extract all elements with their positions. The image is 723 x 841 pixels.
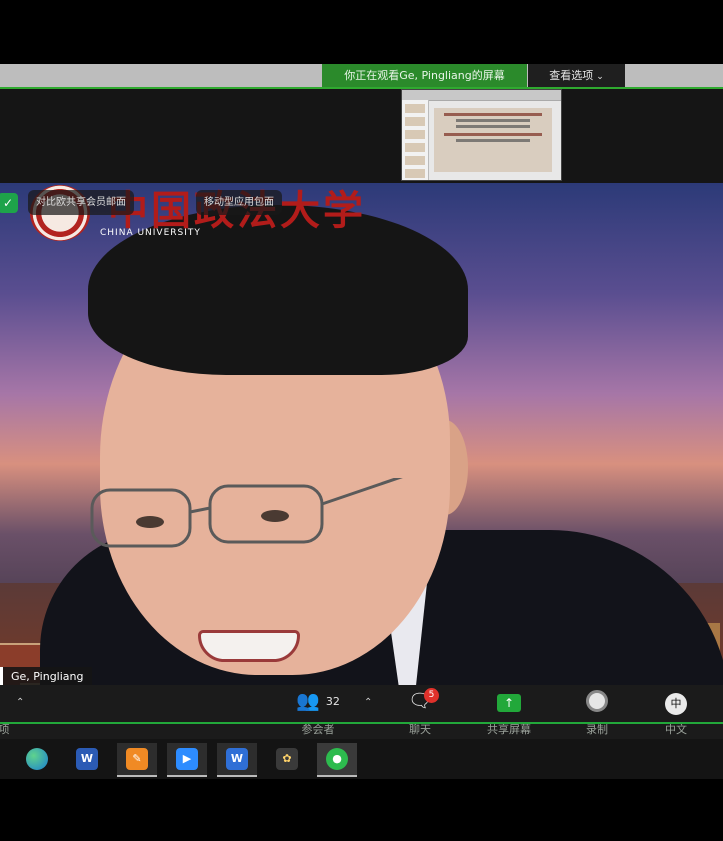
- record-button[interactable]: 录制: [557, 687, 637, 737]
- layout-info-pill[interactable]: 移动型应用包面: [196, 190, 282, 215]
- pill-right-label: 移动型应用包面: [204, 197, 274, 208]
- participants-chevron-icon[interactable]: ⌃: [364, 697, 372, 708]
- word-taskbar-icon[interactable]: W: [67, 743, 107, 775]
- record-icon: [586, 690, 608, 712]
- participants-button[interactable]: 👥 32 参会者: [278, 687, 358, 737]
- edge-taskbar-icon[interactable]: [17, 743, 57, 775]
- os-taskbar: W ✎ ▶ W ✿ ●: [0, 739, 723, 779]
- chat-unread-badge: 5: [424, 688, 439, 703]
- share-screen-button[interactable]: ↑ 共享屏幕: [469, 687, 549, 737]
- shared-screen-strip: [0, 89, 723, 183]
- meeting-info-pill[interactable]: 对比欧共享会员邮面: [28, 190, 134, 215]
- viewing-status-label: 你正在观看Ge, Pingliang的屏幕: [322, 64, 527, 87]
- university-name-en: CHINA UNIVERSITY: [100, 228, 201, 238]
- meeting-toolbar: ⌃ 项 👥 32 参会者 ⌃ 🗨 5 聊天 ↑ 共享屏幕 录制 中 中文: [0, 685, 723, 739]
- screen-share-banner: 你正在观看Ge, Pingliang的屏幕 查看选项 ⌄: [0, 64, 723, 87]
- glasses-icon: [90, 478, 403, 548]
- tool-taskbar-icon[interactable]: ✎: [117, 743, 157, 777]
- photos-taskbar-icon[interactable]: ✿: [267, 743, 307, 775]
- wechat-taskbar-icon[interactable]: ●: [317, 743, 357, 777]
- wps-taskbar-icon[interactable]: W: [217, 743, 257, 777]
- chevron-down-icon: ⌄: [596, 72, 604, 82]
- participants-icon: 👥: [296, 690, 320, 712]
- participants-count: 32: [325, 694, 340, 708]
- speaker-video: 中国政法大学 CHINA UNIVERSITY ✓ 对比欧共享会员邮面 移动型应…: [0, 183, 723, 685]
- left-menu-button[interactable]: 项: [0, 687, 44, 737]
- participant-name-tag: Ge, Pingliang: [0, 667, 92, 685]
- language-icon: 中: [665, 693, 687, 715]
- slide-canvas: [434, 108, 552, 172]
- wps-letter: W: [226, 748, 248, 770]
- toolbar-accent-line: [0, 722, 723, 724]
- slide-list: [402, 100, 429, 180]
- chat-button[interactable]: 🗨 5 聊天: [380, 687, 460, 737]
- word-letter: W: [76, 748, 98, 770]
- share-screen-icon: ↑: [497, 694, 521, 712]
- language-button[interactable]: 中 中文: [636, 687, 716, 737]
- view-options-label: 查看选项: [549, 69, 594, 82]
- zoom-taskbar-icon[interactable]: ▶: [167, 743, 207, 777]
- shared-screen-thumbnail[interactable]: [401, 89, 562, 181]
- view-options-button[interactable]: 查看选项 ⌄: [528, 64, 625, 87]
- security-shield-icon[interactable]: ✓: [0, 193, 18, 213]
- pill-left-label: 对比欧共享会员邮面: [36, 197, 126, 208]
- speaker-mouth: [198, 630, 300, 662]
